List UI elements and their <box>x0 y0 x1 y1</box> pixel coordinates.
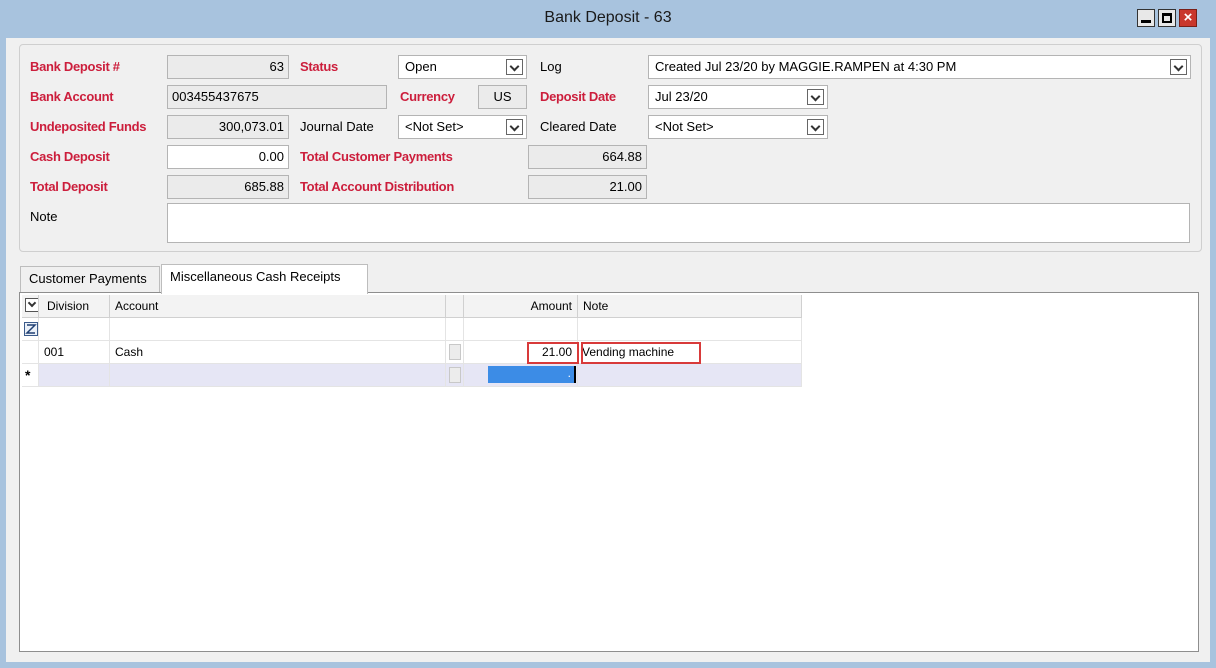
amount-editor[interactable]: . <box>488 366 576 383</box>
deposit-date-value: Jul 23/20 <box>655 89 708 104</box>
new-row-selector[interactable]: * <box>22 364 39 387</box>
filter-icon <box>24 322 38 336</box>
tab-miscellaneous-cash-receipts[interactable]: Miscellaneous Cash Receipts <box>161 264 368 294</box>
column-header-note[interactable]: Note <box>578 295 802 318</box>
column-header-lookup <box>446 295 464 318</box>
account-lookup-button[interactable] <box>446 341 464 364</box>
filter-cell-amount[interactable] <box>464 318 578 341</box>
close-icon: × <box>1183 9 1193 26</box>
new-cell-amount[interactable]: . <box>464 364 578 387</box>
journal-date-label: Journal Date <box>300 119 374 134</box>
cell-division[interactable]: 001 <box>39 341 110 364</box>
log-value: Created Jul 23/20 by MAGGIE.RAMPEN at 4:… <box>655 59 957 74</box>
journal-date-picker[interactable]: <Not Set> <box>398 115 527 139</box>
column-header-amount[interactable]: Amount <box>464 295 578 318</box>
filter-cell-note[interactable] <box>578 318 802 341</box>
deposit-date-picker[interactable]: Jul 23/20 <box>648 85 828 109</box>
filter-cell-division[interactable] <box>39 318 110 341</box>
filter-row-selector[interactable] <box>22 318 39 341</box>
note-label: Note <box>30 209 58 224</box>
minimize-button[interactable] <box>1137 9 1155 27</box>
log-label: Log <box>540 59 562 74</box>
total-customer-payments-field: 664.88 <box>528 145 647 169</box>
window-title: Bank Deposit - 63 <box>544 9 672 26</box>
bank-deposit-number-field: 63 <box>167 55 289 79</box>
bank-account-label: Bank Account <box>30 89 114 104</box>
cash-deposit-input[interactable]: 0.00 <box>167 145 289 169</box>
cell-account[interactable]: Cash <box>110 341 446 364</box>
currency-field: US <box>478 85 527 109</box>
tab-customer-payments[interactable]: Customer Payments <box>20 266 160 292</box>
amount-highlight <box>527 342 579 364</box>
column-chooser[interactable] <box>22 295 39 318</box>
lookup-icon <box>449 344 461 360</box>
maximize-button[interactable] <box>1158 9 1176 27</box>
chevron-down-icon[interactable] <box>807 119 824 135</box>
new-row-icon: * <box>25 367 31 383</box>
cash-deposit-label: Cash Deposit <box>30 149 110 164</box>
note-input[interactable] <box>167 203 1190 243</box>
note-highlight <box>581 342 701 364</box>
status-label: Status <box>300 59 338 74</box>
table-row-selector[interactable] <box>22 341 39 364</box>
cleared-date-value: <Not Set> <box>655 119 714 134</box>
new-cell-note[interactable] <box>578 364 802 387</box>
title-bar: Bank Deposit - 63 × <box>0 0 1216 38</box>
total-account-distribution-label: Total Account Distribution <box>300 179 454 194</box>
filter-cell-lookup <box>446 318 464 341</box>
chevron-down-icon[interactable] <box>807 89 824 105</box>
chevron-down-icon <box>25 298 38 312</box>
total-account-distribution-field: 21.00 <box>528 175 647 199</box>
new-cell-account[interactable] <box>110 364 446 387</box>
journal-date-value: <Not Set> <box>405 119 464 134</box>
undeposited-funds-label: Undeposited Funds <box>30 119 147 134</box>
chevron-down-icon[interactable] <box>506 119 523 135</box>
new-cell-division[interactable] <box>39 364 110 387</box>
receipts-grid: Division Account Amount Note 001 Cash 21… <box>19 292 1199 652</box>
bank-deposit-label: Bank Deposit # <box>30 59 120 74</box>
deposit-date-label: Deposit Date <box>540 89 616 104</box>
log-select[interactable]: Created Jul 23/20 by MAGGIE.RAMPEN at 4:… <box>648 55 1191 79</box>
status-value: Open <box>405 59 437 74</box>
cleared-date-picker[interactable]: <Not Set> <box>648 115 828 139</box>
chevron-down-icon[interactable] <box>506 59 523 75</box>
undeposited-funds-field: 300,073.01 <box>167 115 289 139</box>
total-deposit-field: 685.88 <box>167 175 289 199</box>
cleared-date-label: Cleared Date <box>540 119 617 134</box>
chevron-down-icon[interactable] <box>1170 59 1187 75</box>
header-panel: Bank Deposit # 63 Status Open Log Create… <box>19 44 1202 252</box>
column-header-division[interactable]: Division <box>39 295 110 318</box>
bank-account-field: 003455437675 <box>167 85 387 109</box>
total-deposit-label: Total Deposit <box>30 179 108 194</box>
new-row-lookup-button[interactable] <box>446 364 464 387</box>
maximize-icon <box>1162 13 1172 23</box>
filter-cell-account[interactable] <box>110 318 446 341</box>
lookup-icon <box>449 367 461 383</box>
close-button[interactable]: × <box>1179 9 1197 27</box>
window-client: Bank Deposit # 63 Status Open Log Create… <box>6 38 1210 662</box>
total-customer-payments-label: Total Customer Payments <box>300 149 453 164</box>
minimize-icon <box>1141 20 1151 23</box>
column-header-account[interactable]: Account <box>110 295 446 318</box>
status-select[interactable]: Open <box>398 55 527 79</box>
currency-label: Currency <box>400 89 455 104</box>
